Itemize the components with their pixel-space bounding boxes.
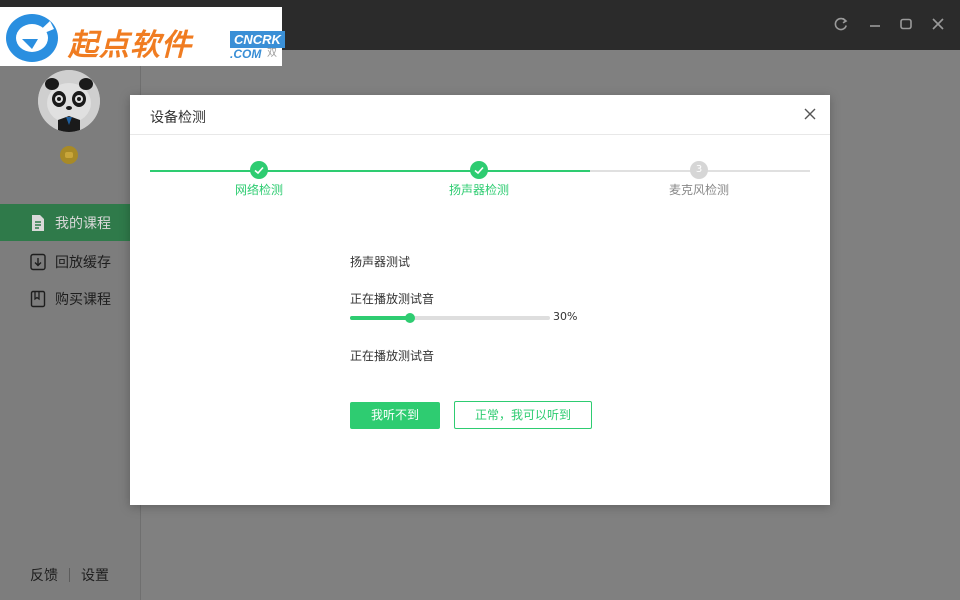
logo-badge: CNCRK [230,31,285,48]
book-icon [30,290,46,308]
logo-icon [6,14,58,62]
status-text: 正在播放测试音 [350,349,435,363]
download-icon [30,253,46,271]
step-number-badge: 3 [690,161,708,179]
volume-percent: 30% [553,310,578,323]
logo-text: 起点软件 [68,28,192,63]
sidebar-item-playback-cache[interactable]: 回放缓存 [0,243,141,280]
refresh-icon[interactable] [831,14,851,34]
sidebar-item-buy-courses[interactable]: 购买课程 [0,280,141,317]
vip-badge-icon [60,146,78,164]
sidebar-item-label: 回放缓存 [55,254,111,271]
dialog-header: 设备检测 [130,95,830,135]
check-icon [470,161,488,179]
close-icon[interactable] [928,14,948,34]
sidebar-item-label: 我的课程 [55,215,111,232]
volume-slider-handle[interactable] [405,313,415,323]
sidebar-footer: 反馈 设置 [30,565,109,585]
step-label-microphone: 麦克风检测 [668,183,729,197]
logo-domain: .COM [230,47,262,61]
status-text: 正在播放测试音 [350,292,435,306]
cant-hear-button[interactable]: 我听不到 [350,402,440,429]
sidebar-item-my-courses[interactable]: 我的课程 [0,204,141,241]
device-check-dialog: 设备检测 3 网络检测 扬声器检测 麦克风检测 扬声器测试 正在播放测试音 30… [130,95,830,505]
document-icon [30,214,46,232]
divider [69,568,70,582]
sidebar-item-label: 购买课程 [55,291,111,308]
check-icon [250,161,268,179]
section-title: 扬声器测试 [350,255,411,269]
site-logo: 起点软件 CNCRK .COM 双 [0,7,285,66]
step-label-speaker: 扬声器检测 [448,183,509,197]
maximize-icon[interactable] [896,14,916,34]
settings-link[interactable]: 设置 [81,565,109,585]
step-label-network: 网络检测 [234,183,283,197]
can-hear-button[interactable]: 正常，我可以听到 [454,401,592,429]
avatar[interactable] [38,70,100,132]
logo-mark-text: 双 [267,48,277,59]
volume-slider-fill [350,316,410,320]
volume-slider[interactable] [350,313,550,323]
close-icon[interactable] [800,104,820,124]
feedback-link[interactable]: 反馈 [30,565,58,585]
minimize-icon[interactable] [865,14,885,34]
sidebar: 我的课程 回放缓存 购买课程 反馈 设置 [0,50,141,600]
dialog-title: 设备检测 [150,110,206,126]
progress-track-complete [150,170,590,172]
